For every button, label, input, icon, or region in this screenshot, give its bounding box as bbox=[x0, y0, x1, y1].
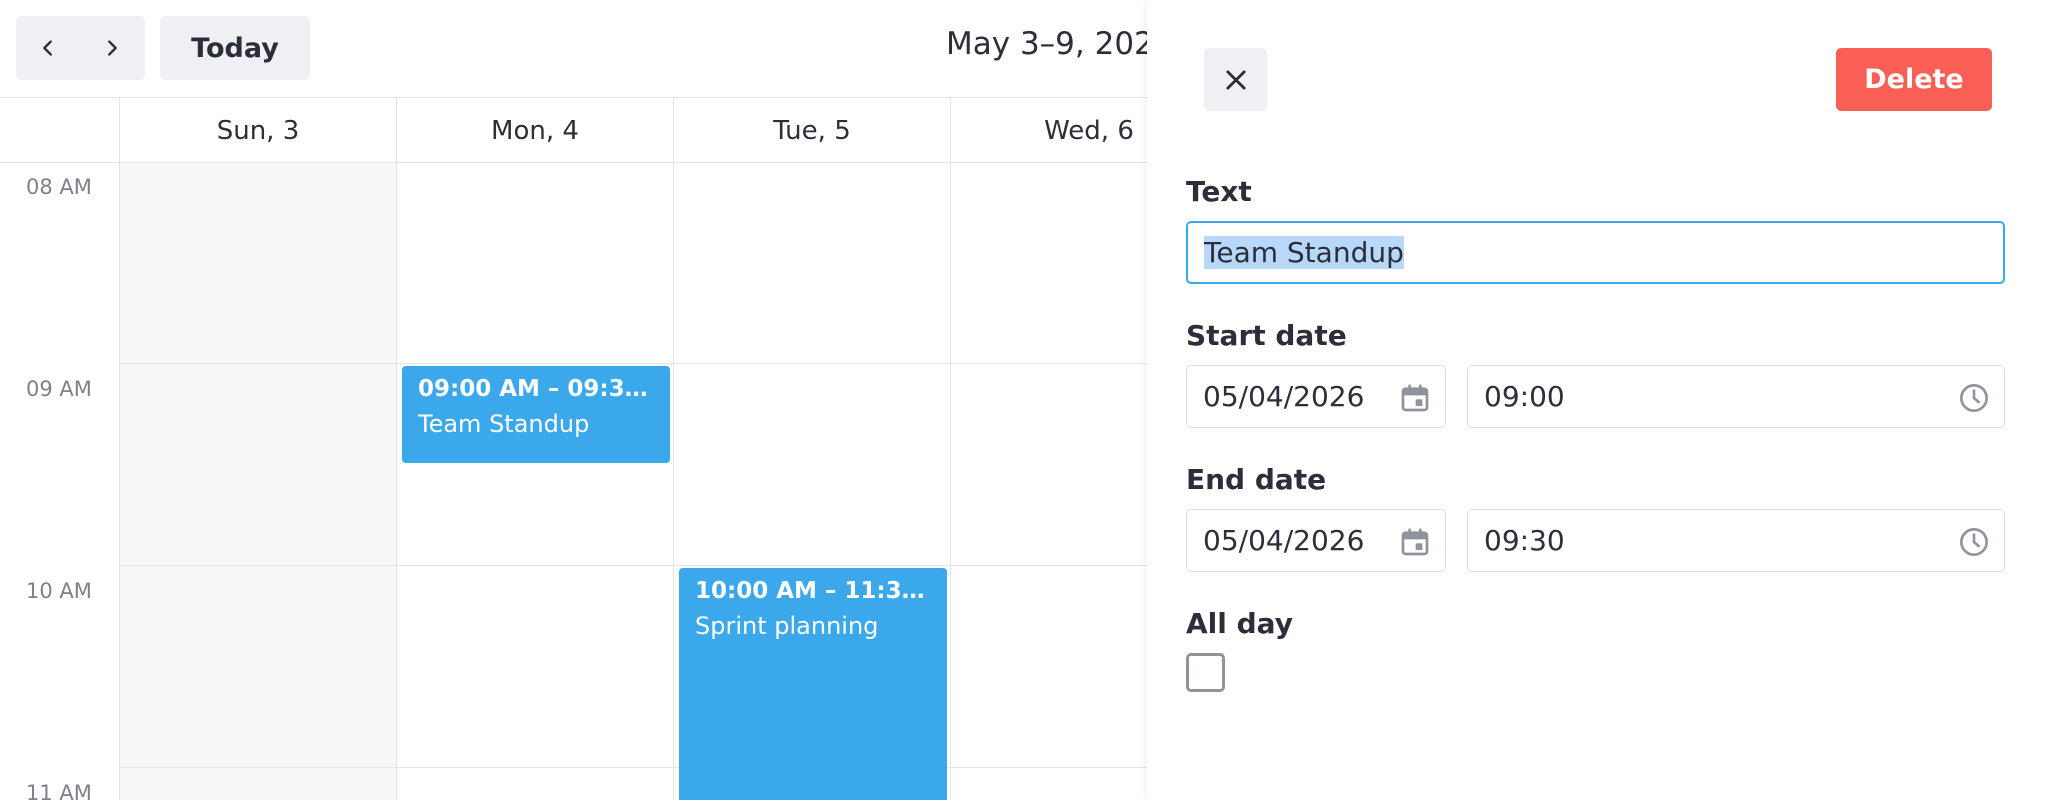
delete-button[interactable]: Delete bbox=[1836, 48, 1992, 111]
scheduler-app: Today May 3–9, 2026 Sun, 3 Mon, 4 Tue, 5… bbox=[0, 0, 2048, 800]
today-button[interactable]: Today bbox=[160, 16, 310, 80]
prev-week-button[interactable] bbox=[16, 16, 80, 80]
close-button[interactable] bbox=[1204, 48, 1267, 111]
time-label: 10 AM bbox=[26, 579, 92, 603]
event-editor-panel: Delete Text Team Standup Start date 05/0… bbox=[1147, 0, 2048, 800]
calendar-icon[interactable] bbox=[1399, 382, 1431, 414]
end-date-input[interactable]: 05/04/2026 bbox=[1186, 509, 1446, 572]
day-column-mon[interactable] bbox=[396, 163, 673, 800]
event-team-standup[interactable]: 09:00 AM – 09:30 AM Team Standup bbox=[402, 366, 670, 463]
start-date-input[interactable]: 05/04/2026 bbox=[1186, 365, 1446, 428]
event-sprint-planning[interactable]: 10:00 AM – 11:30 AM Sprint planning bbox=[679, 568, 947, 800]
day-header: Sun, 3 bbox=[119, 98, 396, 163]
end-time-input[interactable]: 09:30 bbox=[1467, 509, 2005, 572]
time-label: 11 AM bbox=[26, 781, 92, 800]
text-input-value: Team Standup bbox=[1204, 236, 1404, 269]
time-label: 09 AM bbox=[26, 377, 92, 401]
time-label: 08 AM bbox=[26, 175, 92, 199]
event-title: Team Standup bbox=[418, 410, 590, 438]
all-day-label: All day bbox=[1186, 607, 1293, 640]
start-date-label: Start date bbox=[1186, 319, 1347, 352]
day-header: Tue, 5 bbox=[673, 98, 950, 163]
start-date-value: 05/04/2026 bbox=[1203, 380, 1365, 413]
day-header: Mon, 4 bbox=[396, 98, 673, 163]
day-column-sun[interactable] bbox=[119, 163, 396, 800]
text-label: Text bbox=[1186, 175, 1252, 208]
next-week-button[interactable] bbox=[80, 16, 144, 80]
event-time: 10:00 AM – 11:30 AM bbox=[695, 578, 931, 604]
all-day-checkbox[interactable] bbox=[1186, 653, 1225, 692]
calendar-icon[interactable] bbox=[1399, 526, 1431, 558]
close-icon bbox=[1225, 69, 1246, 90]
date-navigation bbox=[16, 16, 145, 80]
end-time-value: 09:30 bbox=[1484, 524, 1565, 557]
clock-icon[interactable] bbox=[1958, 526, 1990, 558]
event-time: 09:00 AM – 09:30 AM bbox=[418, 376, 654, 402]
start-time-value: 09:00 bbox=[1484, 380, 1565, 413]
end-date-value: 05/04/2026 bbox=[1203, 524, 1365, 557]
event-title: Sprint planning bbox=[695, 612, 879, 640]
chevron-right-icon bbox=[108, 40, 117, 56]
date-range-title: May 3–9, 2026 bbox=[946, 26, 1174, 62]
text-input[interactable]: Team Standup bbox=[1186, 221, 2005, 284]
start-time-input[interactable]: 09:00 bbox=[1467, 365, 2005, 428]
clock-icon[interactable] bbox=[1958, 382, 1990, 414]
end-date-label: End date bbox=[1186, 463, 1327, 496]
chevron-left-icon bbox=[43, 40, 52, 56]
